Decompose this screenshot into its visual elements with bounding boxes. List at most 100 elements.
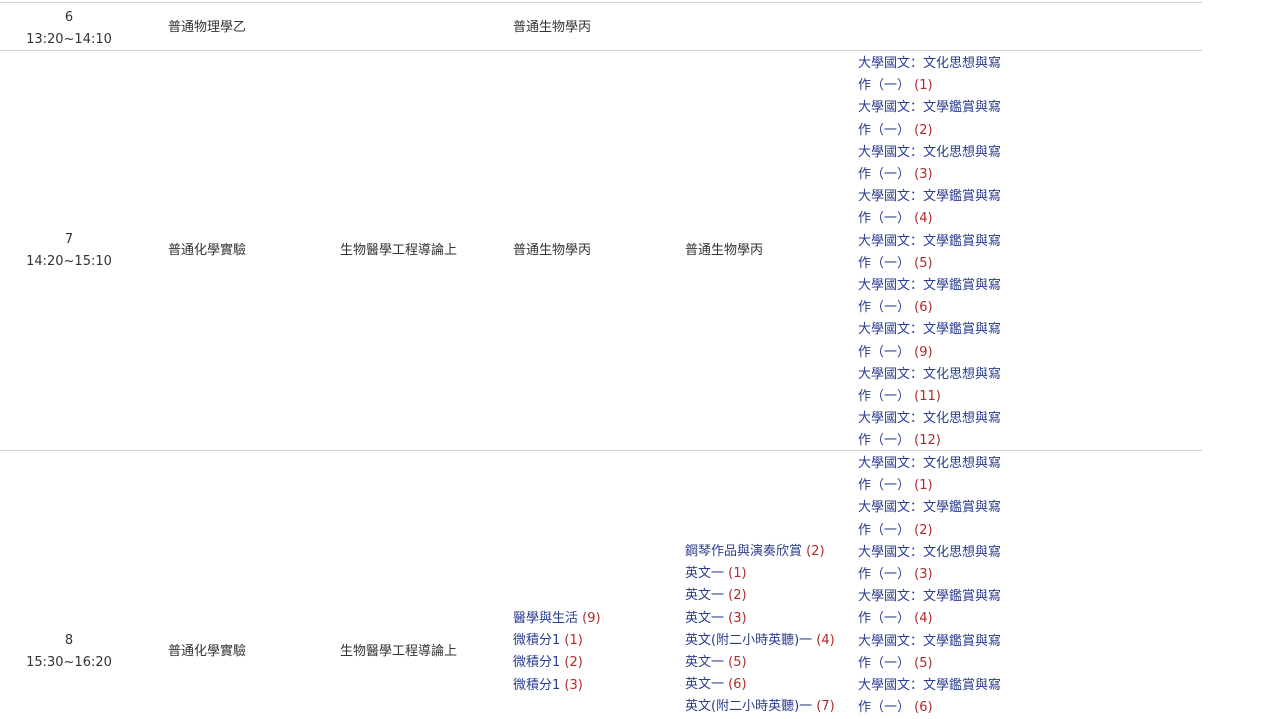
course-link[interactable]: 大學國文：文學鑑賞與寫 <box>858 278 1001 293</box>
course-list: 大學國文：文化思想與寫 作（一） (1) 大學國文：文學鑑賞與寫 作（一） (2) 大學… <box>858 453 1026 719</box>
section-number: (11) <box>914 389 941 405</box>
table-row: 8 15:30~16:20 普通化學實驗 生物醫學工程導論上 醫學與生活 (9)… <box>0 450 1202 715</box>
course-link[interactable]: 大學國文：文化思想與寫 <box>858 545 1001 560</box>
section-number: (4) <box>914 611 933 627</box>
course-link[interactable]: 微積分1 <box>513 678 560 693</box>
course-link-item[interactable]: 大學國文：文學鑑賞與寫 作（一） (9) <box>858 319 1026 363</box>
course-link[interactable]: 作（一） <box>858 700 910 715</box>
course-link-item[interactable]: 微積分1 (3) <box>513 675 601 697</box>
course-name: 生物醫學工程導論上 <box>340 644 458 659</box>
course-link[interactable]: 英文一 <box>685 677 724 692</box>
section-number: (4) <box>914 211 933 227</box>
course-link-item[interactable]: 大學國文：文化思想與寫 作（一） (11) <box>858 364 1026 408</box>
course-link[interactable]: 作（一） <box>858 389 910 404</box>
course-link-item[interactable]: 大學國文：文學鑑賞與寫 作（一） (6) <box>858 675 1026 719</box>
course-link-item[interactable]: 英文(附二小時英聽)一 (7) <box>685 696 835 718</box>
course-name: 普通物理學乙 <box>168 20 247 35</box>
course-link-item[interactable]: 大學國文：文學鑑賞與寫 作（一） (4) <box>858 586 1026 630</box>
section-number: (2) <box>914 122 933 138</box>
period-cell: 7 14:20~15:10 <box>0 229 138 273</box>
course-link-item[interactable]: 醫學與生活 (9) <box>513 608 601 630</box>
course-link[interactable]: 作（一） <box>858 167 910 182</box>
course-link[interactable]: 大學國文：文學鑑賞與寫 <box>858 678 1001 693</box>
course-link[interactable]: 醫學與生活 <box>513 611 578 626</box>
table-row: 7 14:20~15:10 普通化學實驗 生物醫學工程導論上 普通生物學丙 普通… <box>0 50 1202 451</box>
section-number: (6) <box>728 677 747 693</box>
section-number: (3) <box>914 567 933 583</box>
course-link-item[interactable]: 大學國文：文學鑑賞與寫 作（一） (5) <box>858 231 1026 275</box>
course-link[interactable]: 作（一） <box>858 478 910 493</box>
course-link[interactable]: 大學國文：文化思想與寫 <box>858 411 1001 426</box>
course-link[interactable]: 大學國文：文學鑑賞與寫 <box>858 634 1001 649</box>
course-link[interactable]: 大學國文：文學鑑賞與寫 <box>858 500 1001 515</box>
course-link-item[interactable]: 大學國文：文學鑑賞與寫 作（一） (2) <box>858 97 1026 141</box>
section-number: (5) <box>914 255 933 271</box>
course-link-item[interactable]: 英文一 (3) <box>685 608 835 630</box>
course-link[interactable]: 英文一 <box>685 655 724 670</box>
period-cell: 8 15:30~16:20 <box>0 630 138 674</box>
course-link[interactable]: 大學國文：文化思想與寫 <box>858 145 1001 160</box>
course-list: 醫學與生活 (9) 微積分1 (1) 微積分1 (2) 微積分1 (3) <box>513 608 601 697</box>
course-link[interactable]: 作（一） <box>858 611 910 626</box>
section-number: (6) <box>914 700 933 716</box>
period-cell: 6 13:20~14:10 <box>0 7 138 51</box>
section-number: (9) <box>914 344 933 360</box>
course-link-item[interactable]: 大學國文：文學鑑賞與寫 作（一） (4) <box>858 186 1026 230</box>
course-link-item[interactable]: 大學國文：文化思想與寫 作（一） (12) <box>858 408 1026 452</box>
course-link[interactable]: 鋼琴作品與演奏欣賞 <box>685 544 802 559</box>
course-name: 普通生物學丙 <box>685 243 764 258</box>
course-link-item[interactable]: 鋼琴作品與演奏欣賞 (2) <box>685 541 835 563</box>
course-link[interactable]: 大學國文：文學鑑賞與寫 <box>858 234 1001 249</box>
course-link[interactable]: 大學國文：文學鑑賞與寫 <box>858 589 1001 604</box>
course-link[interactable]: 英文一 <box>685 611 724 626</box>
course-link[interactable]: 大學國文：文學鑑賞與寫 <box>858 100 1001 115</box>
course-link[interactable]: 英文一 <box>685 588 724 603</box>
section-number: (2) <box>914 522 933 538</box>
course-link[interactable]: 作（一） <box>858 256 910 271</box>
course-link[interactable]: 英文(附二小時英聽)一 <box>685 699 812 714</box>
course-link[interactable]: 作（一） <box>858 78 910 93</box>
course-link-item[interactable]: 大學國文：文學鑑賞與寫 作（一） (2) <box>858 497 1026 541</box>
section-number: (1) <box>728 566 747 582</box>
course-link[interactable]: 大學國文：文化思想與寫 <box>858 56 1001 71</box>
course-link[interactable]: 作（一） <box>858 656 910 671</box>
course-link[interactable]: 作（一） <box>858 345 910 360</box>
course-link[interactable]: 大學國文：文化思想與寫 <box>858 367 1001 382</box>
course-link[interactable]: 微積分1 <box>513 633 560 648</box>
course-link[interactable]: 作（一） <box>858 523 910 538</box>
period-time: 14:20~15:10 <box>26 254 112 269</box>
course-link-item[interactable]: 微積分1 (2) <box>513 652 601 674</box>
course-link[interactable]: 大學國文：文學鑑賞與寫 <box>858 189 1001 204</box>
course-name: 生物醫學工程導論上 <box>340 243 458 258</box>
course-link[interactable]: 作（一） <box>858 433 910 448</box>
course-name: 普通化學實驗 <box>168 243 247 258</box>
course-link-item[interactable]: 大學國文：文化思想與寫 作（一） (1) <box>858 53 1026 97</box>
course-link-item[interactable]: 英文一 (2) <box>685 585 835 607</box>
course-link[interactable]: 作（一） <box>858 211 910 226</box>
course-link-item[interactable]: 英文(附二小時英聽)一 (4) <box>685 630 835 652</box>
course-link-item[interactable]: 大學國文：文化思想與寫 作（一） (3) <box>858 542 1026 586</box>
section-number: (5) <box>728 655 747 671</box>
course-link[interactable]: 微積分1 <box>513 655 560 670</box>
course-link[interactable]: 英文(附二小時英聽)一 <box>685 633 812 648</box>
course-link-item[interactable]: 微積分1 (1) <box>513 630 601 652</box>
course-link[interactable]: 作（一） <box>858 123 910 138</box>
course-link-item[interactable]: 大學國文：文化思想與寫 作（一） (1) <box>858 453 1026 497</box>
course-link[interactable]: 作（一） <box>858 567 910 582</box>
period-number: 8 <box>64 633 74 648</box>
course-link-item[interactable]: 英文一 (5) <box>685 652 835 674</box>
course-link[interactable]: 大學國文：文學鑑賞與寫 <box>858 322 1001 337</box>
course-link-item[interactable]: 英文一 (6) <box>685 674 835 696</box>
course-name: 普通生物學丙 <box>513 243 592 258</box>
section-number: (1) <box>914 478 933 494</box>
course-link[interactable]: 大學國文：文化思想與寫 <box>858 456 1001 471</box>
course-link[interactable]: 作（一） <box>858 300 910 315</box>
period-time: 13:20~14:10 <box>26 32 112 47</box>
course-link-item[interactable]: 大學國文：文化思想與寫 作（一） (3) <box>858 142 1026 186</box>
course-link-item[interactable]: 大學國文：文學鑑賞與寫 作（一） (6) <box>858 275 1026 319</box>
course-link-item[interactable]: 英文一 (1) <box>685 563 835 585</box>
course-name: 普通化學實驗 <box>168 644 247 659</box>
course-link-item[interactable]: 大學國文：文學鑑賞與寫 作（一） (5) <box>858 631 1026 675</box>
course-link[interactable]: 英文一 <box>685 566 724 581</box>
section-number: (2) <box>806 544 825 559</box>
